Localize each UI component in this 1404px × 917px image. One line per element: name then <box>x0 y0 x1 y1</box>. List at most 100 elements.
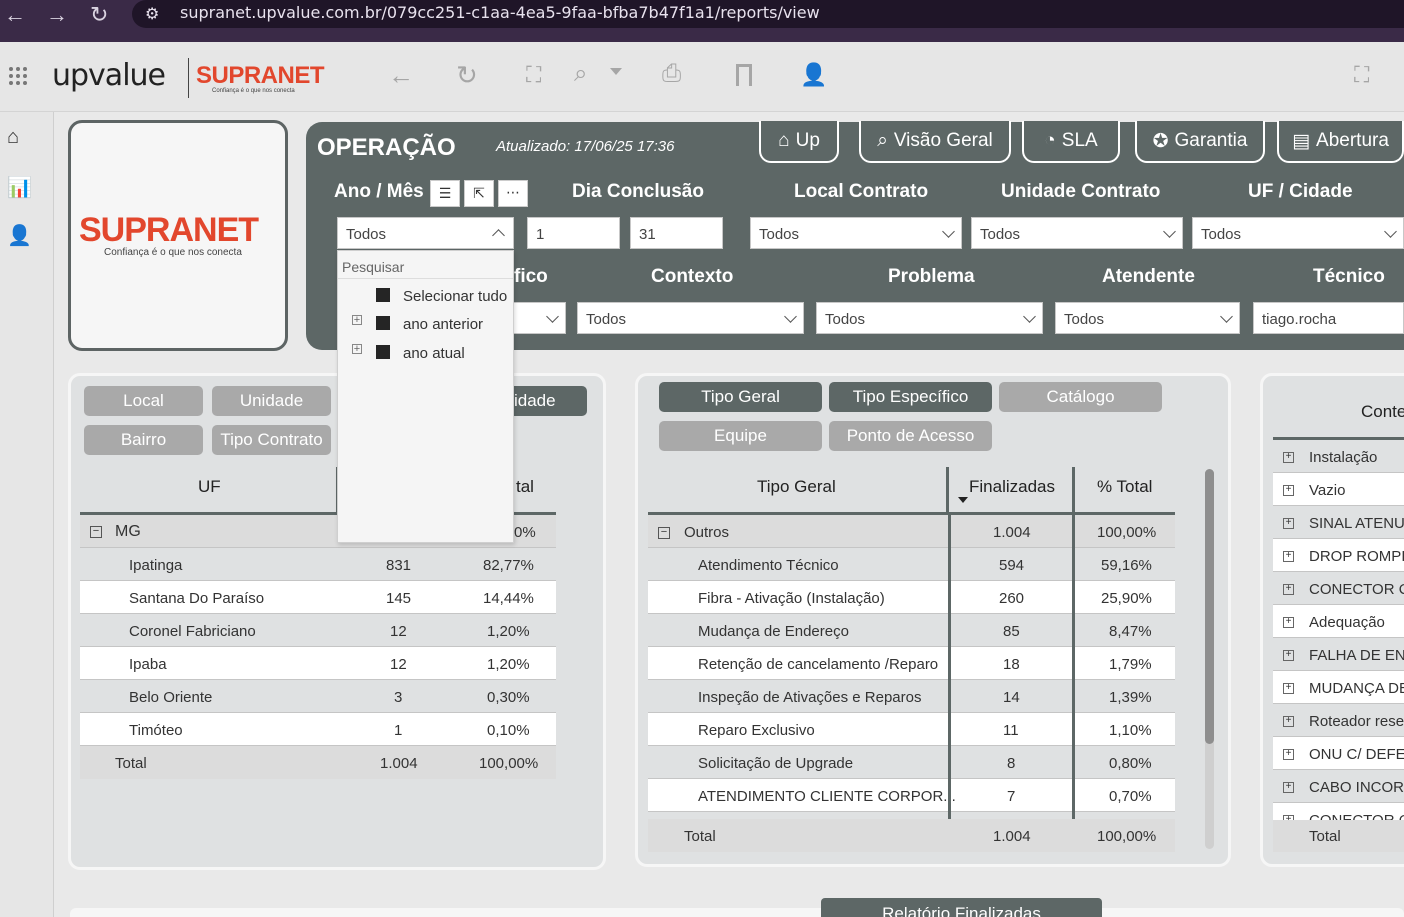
nav-up-button[interactable]: ⌂ Up <box>759 121 839 163</box>
relatorio-finalizadas-tab[interactable]: Relatório Finalizadas <box>821 898 1102 917</box>
col-contexto[interactable]: Conte <box>1361 402 1404 422</box>
list-item[interactable]: + MUDANÇA DE <box>1273 671 1404 704</box>
expand-icon[interactable]: + <box>1283 650 1294 661</box>
expand-icon[interactable]: + <box>1283 617 1294 628</box>
add-report-icon[interactable]: 📊 <box>7 175 32 199</box>
checkbox-icon[interactable] <box>376 316 390 330</box>
scrollbar-track[interactable] <box>1205 469 1214 849</box>
expand-icon[interactable]: + <box>1283 749 1294 760</box>
dropdown-item-ano-anterior[interactable]: + ano anterior <box>338 315 513 339</box>
expand-icon[interactable]: + <box>1283 485 1294 496</box>
expand-icon[interactable]: + <box>1283 452 1294 463</box>
app-grid-icon[interactable] <box>8 66 28 86</box>
col-pct-total[interactable]: % Total <box>1097 477 1152 497</box>
tipo-geral-button[interactable]: Tipo Geral <box>659 382 822 412</box>
table-row[interactable]: Ipatinga 831 82,77% <box>80 548 556 581</box>
uf-cidade-select[interactable]: Todos <box>1192 217 1404 249</box>
local-button[interactable]: Local <box>84 386 203 416</box>
tipo-especifico-button[interactable]: Tipo Específico <box>829 382 992 412</box>
user-question-icon[interactable]: 👤 <box>7 223 32 247</box>
table-row[interactable]: Santana Do Paraíso 145 14,44% <box>80 581 556 614</box>
dropdown-item-ano-atual[interactable]: + ano atual <box>338 344 513 368</box>
fullscreen-icon[interactable]: ⛶ <box>1354 62 1369 88</box>
url-text[interactable]: supranet.upvalue.com.br/079cc251-c1aa-4e… <box>180 3 820 22</box>
unidade-contrato-select[interactable]: Todos <box>971 217 1183 249</box>
nav-abertura-button[interactable]: ▤ Abertura <box>1277 121 1404 163</box>
col-uf[interactable]: UF <box>198 477 221 497</box>
print-icon[interactable]: ⎙ <box>662 60 681 88</box>
nav-garantia-button[interactable]: ✪ Garantia <box>1135 121 1265 163</box>
zoom-caret-icon[interactable] <box>610 68 622 75</box>
bookmark-icon[interactable] <box>736 64 752 86</box>
ano-mes-select[interactable]: Todos <box>337 217 514 249</box>
table-row[interactable]: ATENDIMENTO CLIENTE CORPOR... 7 0,70% <box>648 779 1175 812</box>
forward-arrow-icon[interactable]: → <box>46 2 68 28</box>
table-row[interactable]: Fibra - Ativação (Instalação) 260 25,90% <box>648 581 1175 614</box>
back-icon[interactable]: ← <box>388 60 414 91</box>
nav-visao-geral-button[interactable]: ⌕ Visão Geral <box>859 121 1011 163</box>
list-item[interactable]: + Instalação <box>1273 440 1404 473</box>
expand-icon[interactable]: + <box>352 315 362 326</box>
list-item[interactable]: + Roteador reset <box>1273 704 1404 737</box>
back-arrow-icon[interactable]: ← <box>4 2 26 28</box>
expand-icon[interactable]: + <box>1283 551 1294 562</box>
col-finalizadas[interactable]: Finalizadas <box>969 477 1055 497</box>
site-settings-icon[interactable]: ⚙ <box>145 4 159 24</box>
problema-select[interactable]: Todos <box>816 302 1043 334</box>
table-row[interactable]: Belo Oriente 3 0,30% <box>80 680 556 713</box>
table-row[interactable]: Retenção de cancelamento /Reparo 18 1,79… <box>648 647 1175 680</box>
table-row[interactable]: Timóteo 1 0,10% <box>80 713 556 746</box>
col-pct-total[interactable]: tal <box>516 477 534 497</box>
focus-mode-icon[interactable]: ⇱ <box>464 180 494 207</box>
atendente-select[interactable]: Todos <box>1055 302 1240 334</box>
checkbox-icon[interactable] <box>376 288 390 302</box>
list-item[interactable]: +CABO INCORR <box>1273 770 1404 803</box>
filter-lines-icon[interactable]: ☰ <box>430 180 460 207</box>
expand-icon[interactable]: + <box>1283 518 1294 529</box>
dia-from-input[interactable]: 1 <box>527 217 620 249</box>
list-item[interactable]: +SINAL ATENUA <box>1273 506 1404 539</box>
dropdown-search-input[interactable]: Pesquisar <box>338 251 513 279</box>
equipe-button[interactable]: Equipe <box>659 421 822 451</box>
table-row[interactable]: Atendimento Técnico 594 59,16% <box>648 548 1175 581</box>
expand-icon[interactable]: + <box>1283 716 1294 727</box>
expand-icon[interactable]: + <box>1283 782 1294 793</box>
list-item[interactable]: +DROP ROMPID <box>1273 539 1404 572</box>
zoom-icon[interactable]: ⌕ <box>574 60 587 88</box>
list-item[interactable]: +FALHA DE ENE <box>1273 638 1404 671</box>
reload-icon[interactable]: ↻ <box>90 2 108 28</box>
collapse-icon[interactable]: − <box>90 526 102 538</box>
table-row[interactable]: Mudança de Endereço 85 8,47% <box>648 614 1175 647</box>
contexto-select[interactable]: Todos <box>577 302 804 334</box>
dropdown-item-select-all[interactable]: Selecionar tudo <box>338 287 513 311</box>
local-contrato-select[interactable]: Todos <box>750 217 962 249</box>
sort-desc-icon[interactable] <box>958 497 968 503</box>
user-help-icon[interactable]: 👤 <box>800 62 827 88</box>
nav-sla-button[interactable]: ◔ SLA <box>1022 121 1120 163</box>
table-row[interactable]: Reparo Exclusivo 11 1,10% <box>648 713 1175 746</box>
list-item[interactable]: + Vazio <box>1273 473 1404 506</box>
collapse-icon[interactable]: − <box>658 527 670 539</box>
table-row[interactable]: Solicitação de Upgrade 8 0,80% <box>648 746 1175 779</box>
dia-to-input[interactable]: 31 <box>630 217 723 249</box>
tecnico-select[interactable]: tiago.rocha <box>1253 302 1404 334</box>
list-item[interactable]: +CONECTOR QU <box>1273 572 1404 605</box>
checkbox-icon[interactable] <box>376 345 390 359</box>
list-item[interactable]: + Adequação <box>1273 605 1404 638</box>
table-row[interactable]: Coronel Fabriciano 12 1,20% <box>80 614 556 647</box>
catalogo-button[interactable]: Catálogo <box>999 382 1162 412</box>
more-options-icon[interactable]: ⋯ <box>498 180 528 207</box>
list-item[interactable]: + ONU C/ DEFEI <box>1273 737 1404 770</box>
expand-icon[interactable]: + <box>1283 683 1294 694</box>
table-row-group[interactable]: − Outros 1.004 100,00% <box>648 515 1175 548</box>
expand-icon[interactable]: + <box>1283 584 1294 595</box>
refresh-icon[interactable]: ↻ <box>456 60 478 91</box>
fit-screen-icon[interactable]: ⛶ <box>526 62 541 88</box>
list-item[interactable]: +CONECTOR CO <box>1273 803 1404 820</box>
home-icon[interactable]: ⌂ <box>7 126 31 150</box>
table-row[interactable]: Ipaba 12 1,20% <box>80 647 556 680</box>
expand-icon[interactable]: + <box>352 344 362 355</box>
scrollbar-thumb[interactable] <box>1205 469 1214 744</box>
ponto-acesso-button[interactable]: Ponto de Acesso <box>829 421 992 451</box>
unidade-button[interactable]: Unidade <box>212 386 331 416</box>
